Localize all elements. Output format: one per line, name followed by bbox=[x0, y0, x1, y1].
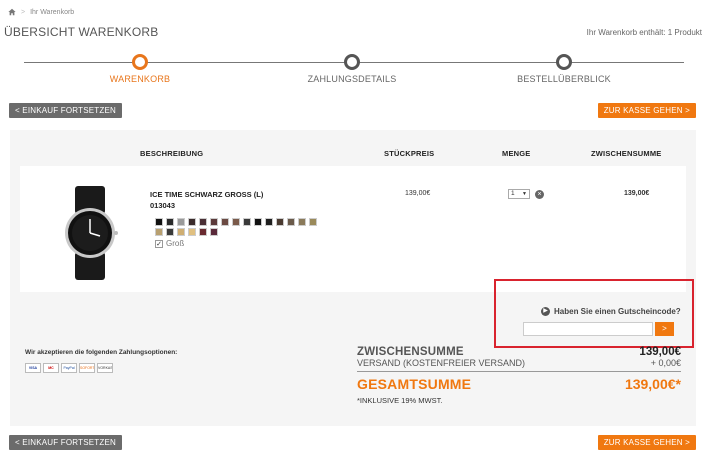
color-swatch[interactable] bbox=[265, 218, 273, 226]
checkout-button-top[interactable]: ZUR KASSE GEHEN > bbox=[597, 103, 696, 118]
unit-price: 139,00€ bbox=[405, 190, 431, 197]
remove-icon[interactable]: × bbox=[535, 190, 544, 199]
visa-icon: VISA bbox=[25, 363, 41, 373]
step-bestellueberblick: BESTELLÜBERBLICK bbox=[504, 54, 624, 84]
continue-shopping-button-top[interactable]: < EINKAUF FORTSETZEN bbox=[9, 103, 122, 118]
color-swatch[interactable] bbox=[276, 218, 284, 226]
header-subtotal: ZWISCHENSUMME bbox=[591, 149, 662, 158]
shipping-label: VERSAND (KOSTENFREIER VERSAND) bbox=[357, 358, 526, 368]
color-swatch[interactable] bbox=[177, 218, 185, 226]
checkout-button-bottom[interactable]: ZUR KASSE GEHEN > bbox=[597, 435, 696, 450]
cart-item-row: ICE TIME SCHWARZ GROSS (L) 013043 ✓ Groß… bbox=[20, 166, 686, 292]
total-label: GESAMTSUMME bbox=[357, 376, 472, 392]
order-totals: ZWISCHENSUMME 139,00€ VERSAND (KOSTENFRE… bbox=[357, 346, 681, 405]
swatch-row bbox=[155, 218, 355, 226]
color-swatch[interactable] bbox=[254, 218, 262, 226]
product-image[interactable] bbox=[60, 186, 120, 280]
color-swatch[interactable] bbox=[199, 228, 207, 236]
mastercard-icon: MC bbox=[43, 363, 59, 373]
color-swatch[interactable] bbox=[243, 218, 251, 226]
color-swatch[interactable] bbox=[309, 218, 317, 226]
item-subtotal: 139,00€ bbox=[624, 190, 650, 197]
color-swatch[interactable] bbox=[155, 228, 163, 236]
step-label: ZAHLUNGSDETAILS bbox=[307, 74, 397, 84]
color-swatch[interactable] bbox=[177, 228, 185, 236]
checkout-progress: WARENKORB ZAHLUNGSDETAILS BESTELLÜBERBLI… bbox=[24, 54, 684, 86]
vat-note: *INKLUSIVE 19% MWST. bbox=[357, 396, 443, 405]
step-label: BESTELLÜBERBLICK bbox=[517, 74, 611, 84]
subtotal-value: 139,00€ bbox=[639, 346, 681, 358]
step-warenkorb: WARENKORB bbox=[80, 54, 200, 84]
header-description: BESCHREIBUNG bbox=[140, 149, 204, 158]
subtotal-label: ZWISCHENSUMME bbox=[357, 346, 464, 358]
cart-count: Ihr Warenkorb enthält: 1 Produkt bbox=[586, 28, 702, 37]
voucher-question: Haben Sie einen Gutscheincode? bbox=[554, 307, 681, 316]
color-swatches bbox=[155, 218, 355, 238]
step-marker-icon bbox=[556, 54, 572, 70]
color-swatch[interactable] bbox=[166, 228, 174, 236]
continue-shopping-button-bottom[interactable]: < EINKAUF FORTSETZEN bbox=[9, 435, 122, 450]
step-label: WARENKORB bbox=[109, 74, 171, 84]
sofort-icon: SOFORT bbox=[79, 363, 95, 373]
step-marker-icon bbox=[132, 54, 148, 70]
total-value: 139,00€* bbox=[624, 376, 681, 392]
page-title: ÜBERSICHT WARENKORB bbox=[4, 25, 159, 39]
voucher-input[interactable] bbox=[523, 322, 653, 336]
color-swatch[interactable] bbox=[232, 218, 240, 226]
shipping-value: + 0,00€ bbox=[650, 358, 681, 368]
color-swatch[interactable] bbox=[210, 228, 218, 236]
arrow-right-icon: ▶ bbox=[541, 307, 550, 316]
breadcrumb: > Ihr Warenkorb bbox=[8, 8, 74, 16]
shipping-row: VERSAND (KOSTENFREIER VERSAND) + 0,00€ bbox=[357, 358, 681, 368]
size-option[interactable]: ✓ Groß bbox=[155, 239, 184, 248]
color-swatch[interactable] bbox=[188, 228, 196, 236]
color-swatch[interactable] bbox=[287, 218, 295, 226]
payment-options-label: Wir akzeptieren die folgenden Zahlungsop… bbox=[25, 349, 178, 356]
voucher-submit-button[interactable]: > bbox=[655, 322, 674, 336]
size-checkbox[interactable]: ✓ bbox=[155, 239, 163, 248]
color-swatch[interactable] bbox=[210, 218, 218, 226]
color-swatch[interactable] bbox=[166, 218, 174, 226]
header-unit-price: STÜCKPREIS bbox=[384, 149, 435, 158]
subtotal-row: ZWISCHENSUMME 139,00€ bbox=[357, 346, 681, 358]
product-sku: 013043 bbox=[150, 201, 176, 210]
home-icon[interactable] bbox=[8, 8, 16, 16]
product-name[interactable]: ICE TIME SCHWARZ GROSS (L) bbox=[150, 190, 263, 199]
payment-icons: VISA MC PayPal SOFORT VORKASSE bbox=[25, 363, 113, 373]
color-swatch[interactable] bbox=[155, 218, 163, 226]
totals-divider bbox=[357, 371, 681, 372]
quantity-select[interactable]: 1 ▼ bbox=[508, 189, 530, 199]
voucher-toggle[interactable]: ▶ Haben Sie einen Gutscheincode? bbox=[541, 307, 681, 316]
total-row: GESAMTSUMME 139,00€* bbox=[357, 376, 681, 392]
breadcrumb-current[interactable]: Ihr Warenkorb bbox=[30, 9, 74, 16]
chevron-down-icon: ▼ bbox=[522, 191, 527, 197]
swatch-row bbox=[155, 228, 355, 236]
color-swatch[interactable] bbox=[221, 218, 229, 226]
quantity-value: 1 bbox=[511, 190, 515, 197]
paypal-icon: PayPal bbox=[61, 363, 77, 373]
color-swatch[interactable] bbox=[199, 218, 207, 226]
color-swatch[interactable] bbox=[188, 218, 196, 226]
step-marker-icon bbox=[344, 54, 360, 70]
header-quantity: MENGE bbox=[502, 149, 531, 158]
prepayment-icon: VORKASSE bbox=[97, 363, 113, 373]
breadcrumb-separator: > bbox=[21, 8, 26, 16]
size-label: Groß bbox=[166, 239, 185, 248]
color-swatch[interactable] bbox=[298, 218, 306, 226]
step-zahlungsdetails: ZAHLUNGSDETAILS bbox=[292, 54, 412, 84]
